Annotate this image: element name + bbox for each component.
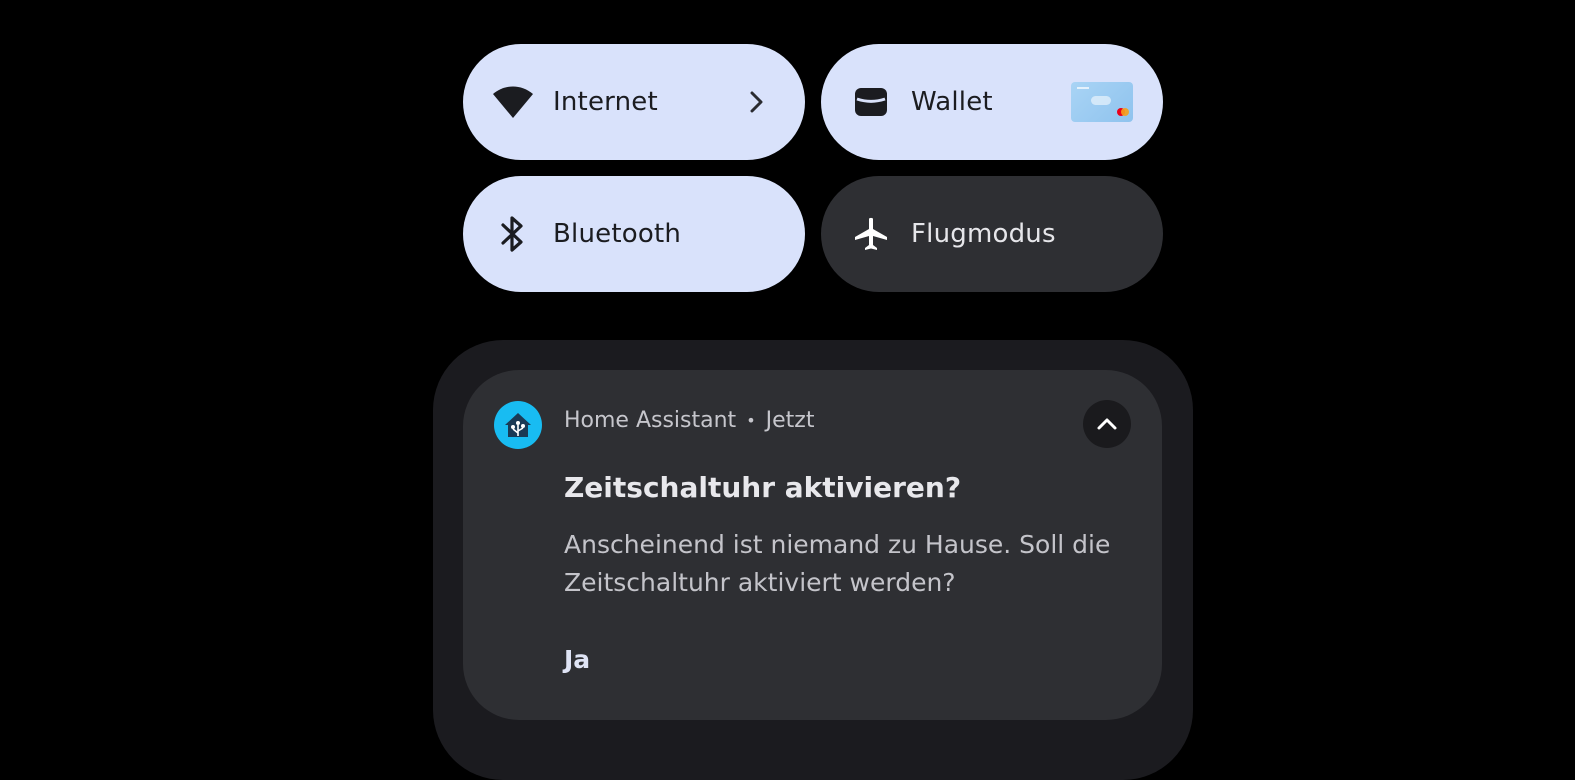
internet-label: Internet bbox=[553, 87, 658, 117]
notification-body: Anscheinend ist niemand zu Hause. Soll d… bbox=[564, 530, 1111, 597]
bluetooth-tile[interactable]: Bluetooth bbox=[463, 176, 805, 292]
notification-time: Jetzt bbox=[765, 408, 815, 433]
bluetooth-icon bbox=[493, 214, 533, 254]
wallet-label: Wallet bbox=[911, 87, 993, 117]
app-name: Home Assistant bbox=[564, 408, 737, 433]
chevron-up-icon bbox=[1097, 418, 1117, 430]
collapse-button[interactable] bbox=[1083, 400, 1131, 448]
notification-card[interactable]: Home Assistant • Jetzt Zeitschaltuhr akt… bbox=[463, 370, 1162, 720]
airplane-mode-label: Flugmodus bbox=[911, 219, 1056, 249]
chevron-right-icon[interactable] bbox=[739, 84, 775, 120]
internet-tile[interactable]: Internet bbox=[463, 44, 805, 160]
notification-header: Home Assistant • Jetzt bbox=[564, 408, 814, 433]
airplane-icon bbox=[851, 214, 891, 254]
home-assistant-icon bbox=[494, 401, 542, 449]
wallet-tile[interactable]: Wallet bbox=[821, 44, 1163, 160]
payment-card-image bbox=[1071, 82, 1133, 122]
wallet-icon bbox=[851, 82, 891, 122]
header-separator: • bbox=[746, 411, 756, 430]
notification-title: Zeitschaltuhr aktivieren? bbox=[564, 471, 962, 504]
bluetooth-label: Bluetooth bbox=[553, 219, 682, 249]
action-yes-button[interactable]: Ja bbox=[564, 645, 590, 674]
airplane-mode-tile[interactable]: Flugmodus bbox=[821, 176, 1163, 292]
wifi-icon bbox=[493, 82, 533, 122]
